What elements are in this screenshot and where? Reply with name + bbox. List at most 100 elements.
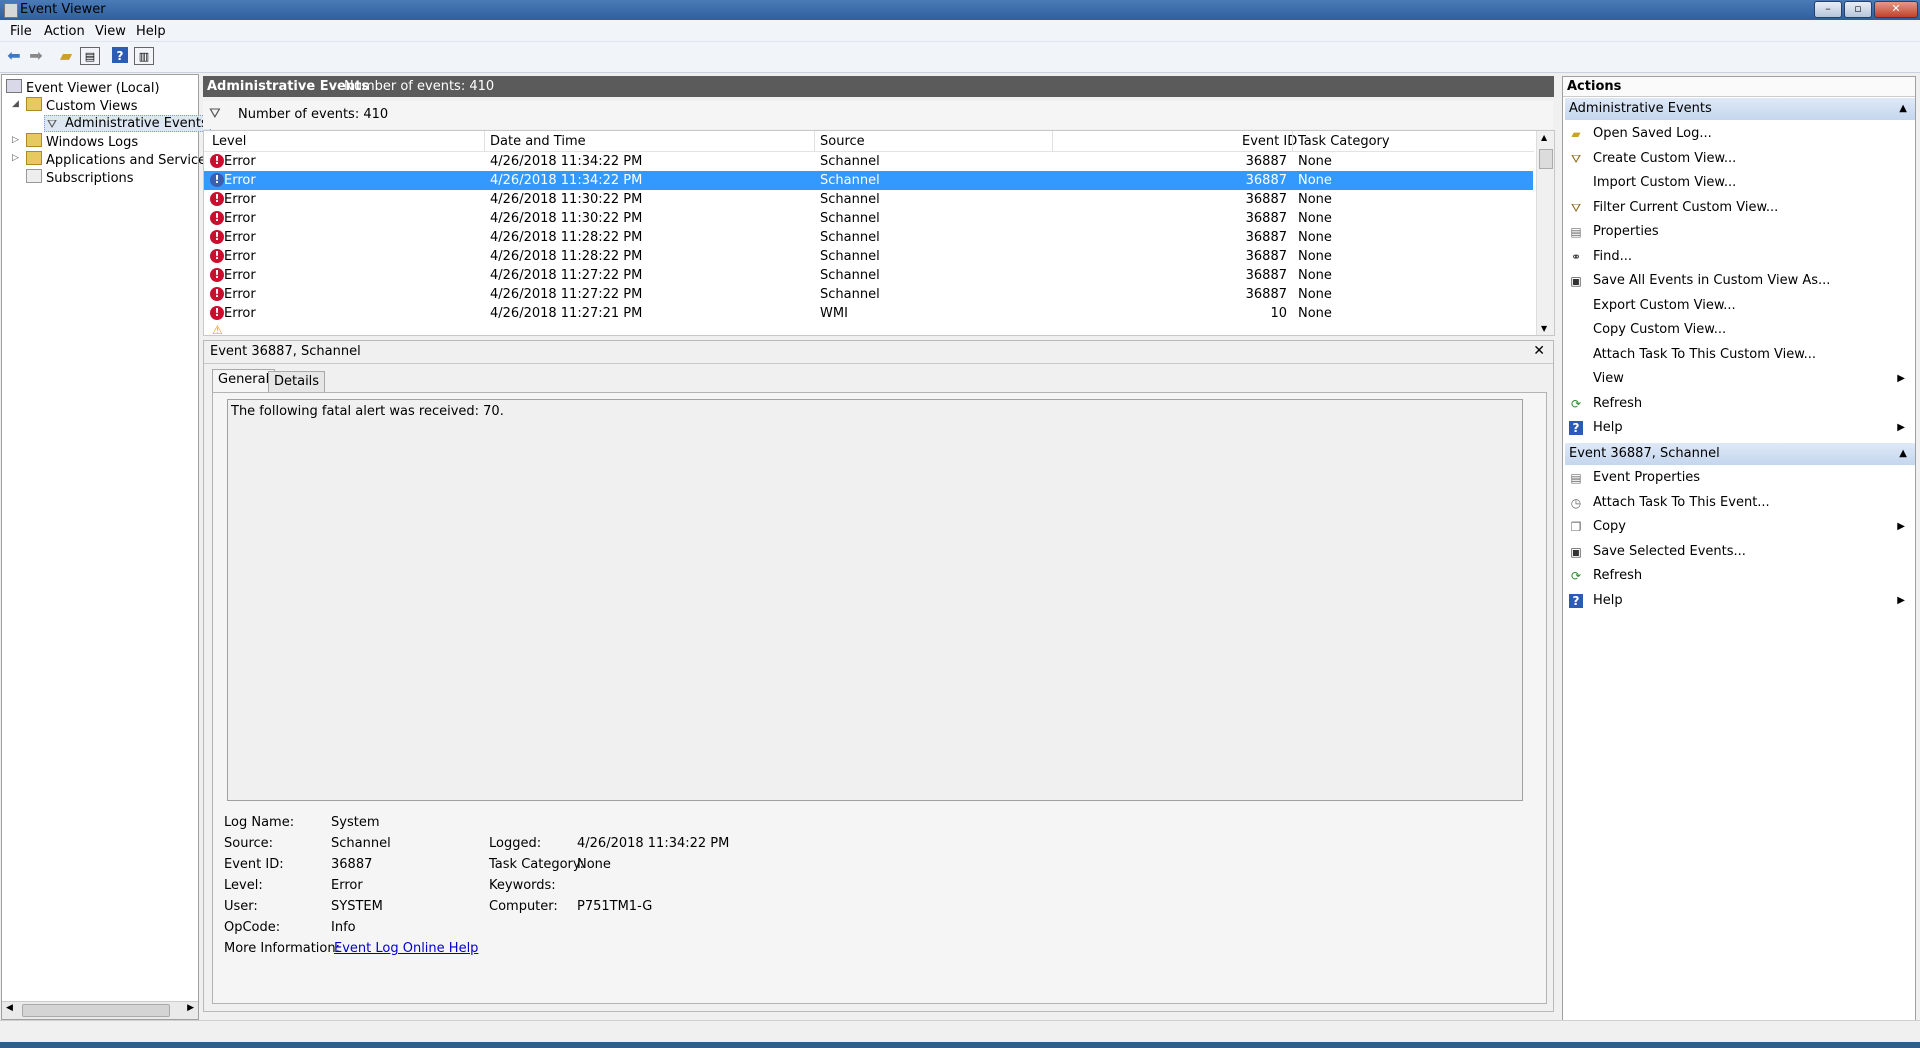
scroll-down-icon[interactable]: ▼ (1541, 324, 1547, 333)
scroll-up-icon[interactable]: ▲ (1541, 133, 1547, 142)
event-id-label: Event ID: (224, 857, 284, 872)
action-attach-task-to-this-event[interactable]: ◷ Attach Task To This Event... (1565, 492, 1913, 514)
action-find[interactable]: ⚭ Find... (1565, 246, 1913, 268)
folder-up-icon[interactable]: ▰ (56, 47, 76, 65)
action-filter-current-custom-view[interactable]: ⛛ Filter Current Custom View... (1565, 197, 1913, 219)
actions-section-administrative-events[interactable]: Administrative Events ▲ (1565, 98, 1915, 120)
tab-general[interactable]: General (212, 369, 276, 392)
actions-section-event[interactable]: Event 36887, Schannel ▲ (1565, 443, 1915, 465)
cell-source: Schannel (820, 192, 880, 207)
funnel-icon: ⛛ (47, 117, 58, 131)
column-event-id[interactable]: Event ID (1242, 134, 1297, 149)
event-row[interactable]: ! Error 4/26/2018 11:30:22 PM Schannel 36887… (204, 190, 1533, 209)
action-label: Copy (1593, 519, 1626, 534)
tree-item-root[interactable]: Event Viewer (Local) (6, 79, 160, 96)
back-arrow-icon[interactable]: ⬅ (4, 47, 24, 65)
scroll-thumb[interactable] (1539, 149, 1553, 169)
cell-event-id: 10 (1270, 306, 1287, 321)
action-save-all-events-in-custom-view-as[interactable]: ▣ Save All Events in Custom View As... (1565, 270, 1913, 292)
maximize-button[interactable]: ▫ (1844, 1, 1872, 18)
action-label: Find... (1593, 248, 1633, 264)
funnel-icon: ⛛ (209, 106, 221, 122)
close-button[interactable]: ✕ (1874, 1, 1918, 18)
column-divider[interactable] (484, 131, 485, 151)
column-divider[interactable] (1292, 131, 1293, 151)
minimize-button[interactable]: – (1814, 1, 1842, 18)
scroll-thumb[interactable] (22, 1004, 170, 1017)
column-source[interactable]: Source (820, 134, 865, 149)
partial-row: ⚠ (204, 321, 1533, 335)
help-icon[interactable]: ? (112, 47, 128, 63)
event-log-online-help-link[interactable]: Event Log Online Help (334, 941, 478, 956)
forward-arrow-icon[interactable]: ➡ (26, 47, 46, 65)
collapsed-triangle-icon[interactable]: ▷ (12, 153, 19, 163)
action-properties[interactable]: ▤ Properties (1565, 221, 1913, 243)
action-help[interactable]: ? Help ▶ (1565, 417, 1913, 439)
cell-source: Schannel (820, 211, 880, 226)
menu-action[interactable]: Action (44, 24, 85, 39)
cell-date-time: 4/26/2018 11:30:22 PM (490, 211, 643, 226)
folder-icon (26, 97, 42, 111)
expanded-triangle-icon[interactable]: ◢ (12, 99, 19, 109)
action-view[interactable]: View ▶ (1565, 368, 1913, 390)
show-hide-tree-icon[interactable]: ▤ (80, 47, 100, 65)
tree-horizontal-scrollbar[interactable]: ◀ ▶ (2, 1001, 198, 1019)
column-task-category[interactable]: Task Category (1298, 134, 1390, 149)
column-divider[interactable] (814, 131, 815, 151)
cell-level: Error (224, 154, 256, 169)
action-copy-custom-view[interactable]: Copy Custom View... (1565, 319, 1913, 341)
menu-view[interactable]: View (95, 24, 126, 39)
action-import-custom-view[interactable]: Import Custom View... (1565, 172, 1913, 194)
tree-item-applications-services[interactable]: Applications and Services Lo (26, 151, 232, 168)
column-divider[interactable] (1052, 131, 1053, 151)
collapse-arrow-icon[interactable]: ▲ (1899, 98, 1907, 120)
collapsed-triangle-icon[interactable]: ▷ (12, 135, 19, 145)
action-event-properties[interactable]: ▤ Event Properties (1565, 467, 1913, 489)
action-copy[interactable]: ❐ Copy ▶ (1565, 516, 1913, 538)
title-bar: Event Viewer – ▫ ✕ (0, 0, 1920, 20)
event-list-vertical-scrollbar[interactable]: ▲ ▼ (1536, 131, 1554, 335)
event-row[interactable]: ! Error 4/26/2018 11:27:22 PM Schannel 36887… (204, 266, 1533, 285)
collapse-arrow-icon[interactable]: ▲ (1899, 443, 1907, 465)
tree-item-windows-logs[interactable]: Windows Logs (26, 133, 138, 150)
action-attach-task-to-this-custom-view[interactable]: Attach Task To This Custom View... (1565, 344, 1913, 366)
action-export-custom-view[interactable]: Export Custom View... (1565, 295, 1913, 317)
event-row[interactable]: ! Error 4/26/2018 11:34:22 PM Schannel 36887… (204, 171, 1533, 190)
properties-icon: ▤ (1570, 225, 1582, 239)
action-refresh[interactable]: ⟳ Refresh (1565, 565, 1913, 587)
tree-item-administrative-events[interactable]: ⛛ Administrative Events (44, 115, 211, 132)
event-row[interactable]: ! Error 4/26/2018 11:27:22 PM Schannel 36887… (204, 285, 1533, 304)
error-icon: ! (210, 192, 224, 206)
action-save-selected-events[interactable]: ▣ Save Selected Events... (1565, 541, 1913, 563)
event-row[interactable]: ! Error 4/26/2018 11:34:22 PM Schannel 36887… (204, 152, 1533, 171)
action-open-saved-log[interactable]: ▰ Open Saved Log... (1565, 123, 1913, 145)
show-hide-action-pane-icon[interactable]: ▥ (134, 47, 154, 65)
cell-source: Schannel (820, 173, 880, 188)
menu-file[interactable]: File (10, 24, 32, 39)
event-row[interactable]: ! Error 4/26/2018 11:28:22 PM Schannel 36887… (204, 228, 1533, 247)
column-level[interactable]: Level (212, 134, 246, 149)
menu-help[interactable]: Help (136, 24, 166, 39)
action-help[interactable]: ? Help ▶ (1565, 590, 1913, 612)
scroll-left-icon[interactable]: ◀ (6, 1003, 13, 1013)
save-icon: ▣ (1570, 544, 1582, 559)
scroll-right-icon[interactable]: ▶ (187, 1003, 194, 1013)
close-detail-icon[interactable]: ✕ (1533, 343, 1545, 359)
source-value: Schannel (331, 836, 391, 851)
cell-event-id: 36887 (1245, 211, 1287, 226)
tab-details[interactable]: Details (268, 371, 326, 392)
cell-event-id: 36887 (1245, 249, 1287, 264)
window-title: Event Viewer (20, 2, 106, 17)
event-row[interactable]: ! Error 4/26/2018 11:30:22 PM Schannel 36887… (204, 209, 1533, 228)
action-refresh[interactable]: ⟳ Refresh (1565, 393, 1913, 415)
error-icon: ! (210, 306, 224, 320)
column-date-time[interactable]: Date and Time (490, 134, 586, 149)
tree-item-subscriptions[interactable]: Subscriptions (26, 169, 134, 186)
description-box[interactable]: The following fatal alert was received: … (227, 399, 1523, 801)
action-create-custom-view[interactable]: ⛛ Create Custom View... (1565, 148, 1913, 170)
tree-item-custom-views[interactable]: Custom Views (26, 97, 138, 114)
error-icon: ! (210, 249, 224, 263)
cell-event-id: 36887 (1245, 154, 1287, 169)
event-row[interactable]: ! Error 4/26/2018 11:28:22 PM Schannel 36887… (204, 247, 1533, 266)
event-detail-pane: Event 36887, Schannel ✕ General Details … (203, 340, 1554, 1012)
